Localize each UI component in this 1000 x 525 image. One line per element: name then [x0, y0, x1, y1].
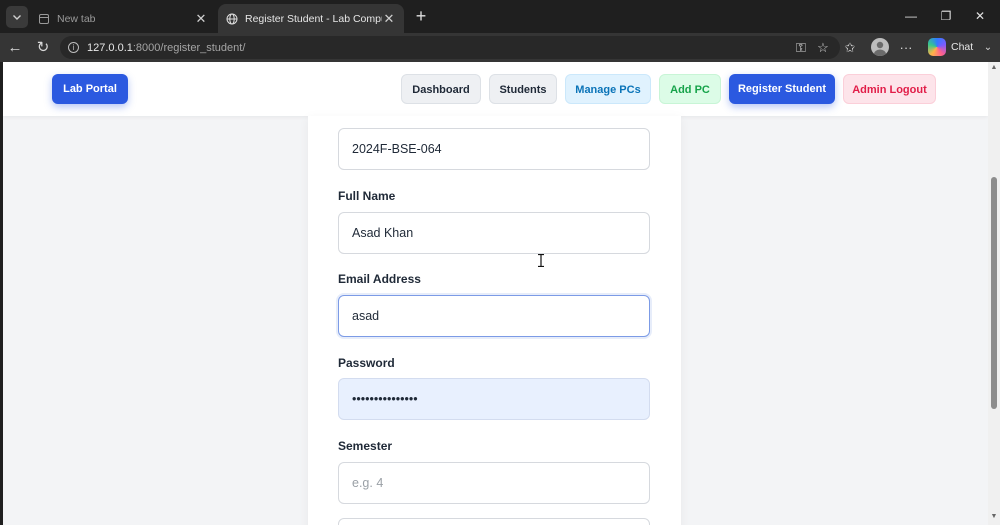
page-scrollbar[interactable]: ▲ ▼	[988, 62, 1000, 525]
plus-icon[interactable]: +	[410, 5, 432, 27]
more-icon[interactable]: ···	[897, 38, 915, 58]
password-field[interactable]: •••••••••••••••	[338, 378, 650, 420]
tab-new-tab[interactable]: New tab ✕	[30, 4, 216, 33]
address-toolbar: ← ↻ i 127.0.0.1:8000/register_student/ ⚿…	[0, 33, 1000, 62]
nav-dashboard[interactable]: Dashboard	[401, 74, 481, 104]
scroll-thumb[interactable]	[991, 177, 997, 409]
copilot-icon[interactable]	[928, 38, 946, 56]
tab-title: New tab	[57, 12, 96, 25]
full-name-label: Full Name	[338, 189, 396, 203]
window-close-icon[interactable]: ✕	[969, 6, 991, 26]
full-name-field[interactable]: Asad Khan	[338, 212, 650, 254]
profile-icon[interactable]	[871, 38, 889, 56]
nav-manage-pcs[interactable]: Manage PCs	[565, 74, 651, 104]
tab-register-student[interactable]: Register Student - Lab Computer S ✕	[218, 4, 404, 33]
text-cursor-icon	[538, 254, 544, 267]
scroll-up-icon[interactable]: ▲	[990, 64, 998, 71]
url-path: :8000/register_student/	[132, 41, 246, 54]
register-form-card: 2024F-BSE-064 Full Name Asad Khan Email …	[308, 116, 681, 525]
close-icon[interactable]: ✕	[194, 11, 208, 27]
url-host: 127.0.0.1	[87, 41, 133, 54]
close-icon[interactable]: ✕	[382, 11, 396, 27]
minimize-icon[interactable]: ―	[900, 6, 922, 26]
restore-icon[interactable]: ❐	[935, 6, 957, 26]
chat-button-label[interactable]: Chat	[951, 38, 973, 56]
new-tab-page-icon	[39, 13, 49, 24]
tab-title: Register Student - Lab Computer S	[245, 12, 382, 25]
favorites-icon[interactable]: ✩	[841, 38, 859, 58]
next-field[interactable]	[338, 518, 650, 525]
tab-strip: New tab ✕ Register Student - Lab Compute…	[0, 0, 1000, 33]
url-bar[interactable]: i 127.0.0.1:8000/register_student/	[60, 36, 840, 59]
key-icon[interactable]: ⚿	[792, 38, 810, 58]
semester-label: Semester	[338, 439, 393, 453]
brand-button[interactable]: Lab Portal	[52, 74, 128, 104]
nav-add-pc[interactable]: Add PC	[659, 74, 721, 104]
back-icon[interactable]: ←	[5, 38, 25, 58]
nav-admin-logout[interactable]: Admin Logout	[843, 74, 936, 104]
chevron-down-icon[interactable]: ⌄	[981, 38, 995, 58]
email-label: Email Address	[338, 272, 421, 286]
site-header: Lab Portal Dashboard Students Manage PCs…	[3, 62, 988, 116]
page-viewport: Lab Portal Dashboard Students Manage PCs…	[3, 62, 988, 525]
globe-icon	[226, 13, 238, 24]
tab-actions-menu[interactable]	[6, 6, 28, 28]
chevron-down-icon	[13, 15, 21, 20]
info-icon[interactable]: i	[68, 42, 79, 53]
student-id-field[interactable]: 2024F-BSE-064	[338, 128, 650, 170]
star-icon[interactable]: ☆	[814, 38, 832, 58]
nav-register-student[interactable]: Register Student	[729, 74, 835, 104]
reload-icon[interactable]: ↻	[33, 38, 53, 58]
password-label: Password	[338, 356, 395, 370]
nav-students[interactable]: Students	[489, 74, 557, 104]
email-field[interactable]: asad	[338, 295, 650, 337]
semester-field[interactable]: e.g. 4	[338, 462, 650, 504]
scroll-down-icon[interactable]: ▼	[990, 513, 998, 520]
